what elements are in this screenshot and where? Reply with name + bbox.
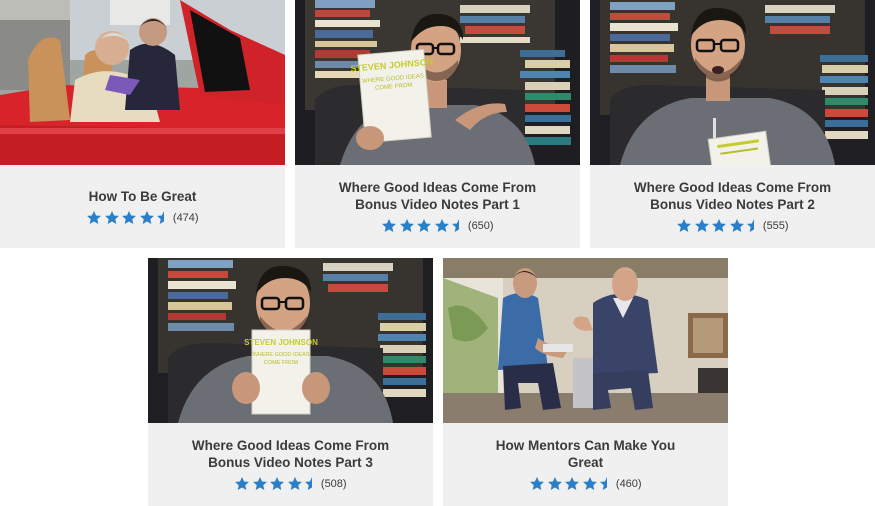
star-icon: [711, 218, 727, 234]
star-icon: [104, 210, 120, 226]
rating-count: (555): [762, 220, 789, 232]
star-icon: [156, 210, 165, 226]
star-icon: [694, 218, 710, 234]
star-icon: [252, 476, 268, 492]
video-card-good-ideas-part-3[interactable]: STEVEN JOHNSON WHERE GOOD IDEAS COME FRO…: [148, 258, 433, 506]
star-icon: [529, 476, 545, 492]
star-icon: [416, 218, 432, 234]
star-rating: (555): [676, 218, 789, 234]
star-icon: [86, 210, 102, 226]
star-rating: (460): [529, 476, 642, 492]
star-icon: [139, 210, 155, 226]
stars: [529, 476, 609, 492]
video-thumbnail[interactable]: STEVEN JOHNSON WHERE GOOD IDEAS COME FRO…: [295, 0, 580, 165]
book-title-line2: COME FROM: [264, 360, 299, 366]
star-icon: [304, 476, 313, 492]
star-icon: [564, 476, 580, 492]
two-men-seated-talking-image: [443, 258, 728, 423]
man-holding-book-image: STEVEN JOHNSON WHERE GOOD IDEAS COME FRO…: [148, 258, 433, 423]
rating-count: (650): [467, 220, 494, 232]
rating-count: (508): [320, 478, 347, 490]
video-card-good-ideas-part-1[interactable]: STEVEN JOHNSON WHERE GOOD IDEAS COME FRO…: [295, 0, 580, 248]
video-title[interactable]: Where Good Ideas Come From Bonus Video N…: [318, 179, 558, 213]
star-rating: (474): [86, 210, 199, 226]
rating-count: (474): [172, 211, 199, 224]
video-thumbnail[interactable]: [443, 258, 728, 423]
star-icon: [434, 218, 450, 234]
star-rating: (508): [234, 476, 347, 492]
video-title[interactable]: How To Be Great: [23, 188, 263, 205]
star-icon: [287, 476, 303, 492]
rating-count: (460): [615, 478, 642, 490]
star-icon: [676, 218, 692, 234]
stars: [234, 476, 314, 492]
star-icon: [121, 210, 137, 226]
two-men-in-red-convertible-image: [0, 0, 285, 165]
star-icon: [547, 476, 563, 492]
video-title[interactable]: Where Good Ideas Come From Bonus Video N…: [171, 437, 411, 471]
book-author-text: STEVEN JOHNSON: [244, 338, 318, 347]
video-card-how-mentors-can-make-you-great[interactable]: How Mentors Can Make You Great (460): [443, 258, 728, 506]
star-icon: [381, 218, 397, 234]
star-icon: [234, 476, 250, 492]
star-icon: [582, 476, 598, 492]
video-thumbnail[interactable]: [590, 0, 875, 165]
star-icon: [729, 218, 745, 234]
stars: [381, 218, 461, 234]
video-thumbnail[interactable]: STEVEN JOHNSON WHERE GOOD IDEAS COME FRO…: [148, 258, 433, 423]
stars: [86, 210, 166, 226]
star-icon: [451, 218, 460, 234]
video-card-how-to-be-great[interactable]: How To Be Great (474): [0, 0, 285, 248]
star-icon: [746, 218, 755, 234]
man-talking-with-book-image: [590, 0, 875, 165]
star-icon: [599, 476, 608, 492]
video-title[interactable]: Where Good Ideas Come From Bonus Video N…: [613, 179, 853, 213]
video-card-good-ideas-part-2[interactable]: Where Good Ideas Come From Bonus Video N…: [590, 0, 875, 248]
man-holding-book-pointing-image: STEVEN JOHNSON WHERE GOOD IDEAS COME FRO…: [295, 0, 580, 165]
stars: [676, 218, 756, 234]
video-title[interactable]: How Mentors Can Make You Great: [491, 437, 681, 471]
book-title-line1: WHERE GOOD IDEAS: [253, 352, 310, 358]
star-rating: (650): [381, 218, 494, 234]
video-thumbnail[interactable]: [0, 0, 285, 165]
star-icon: [399, 218, 415, 234]
star-icon: [269, 476, 285, 492]
